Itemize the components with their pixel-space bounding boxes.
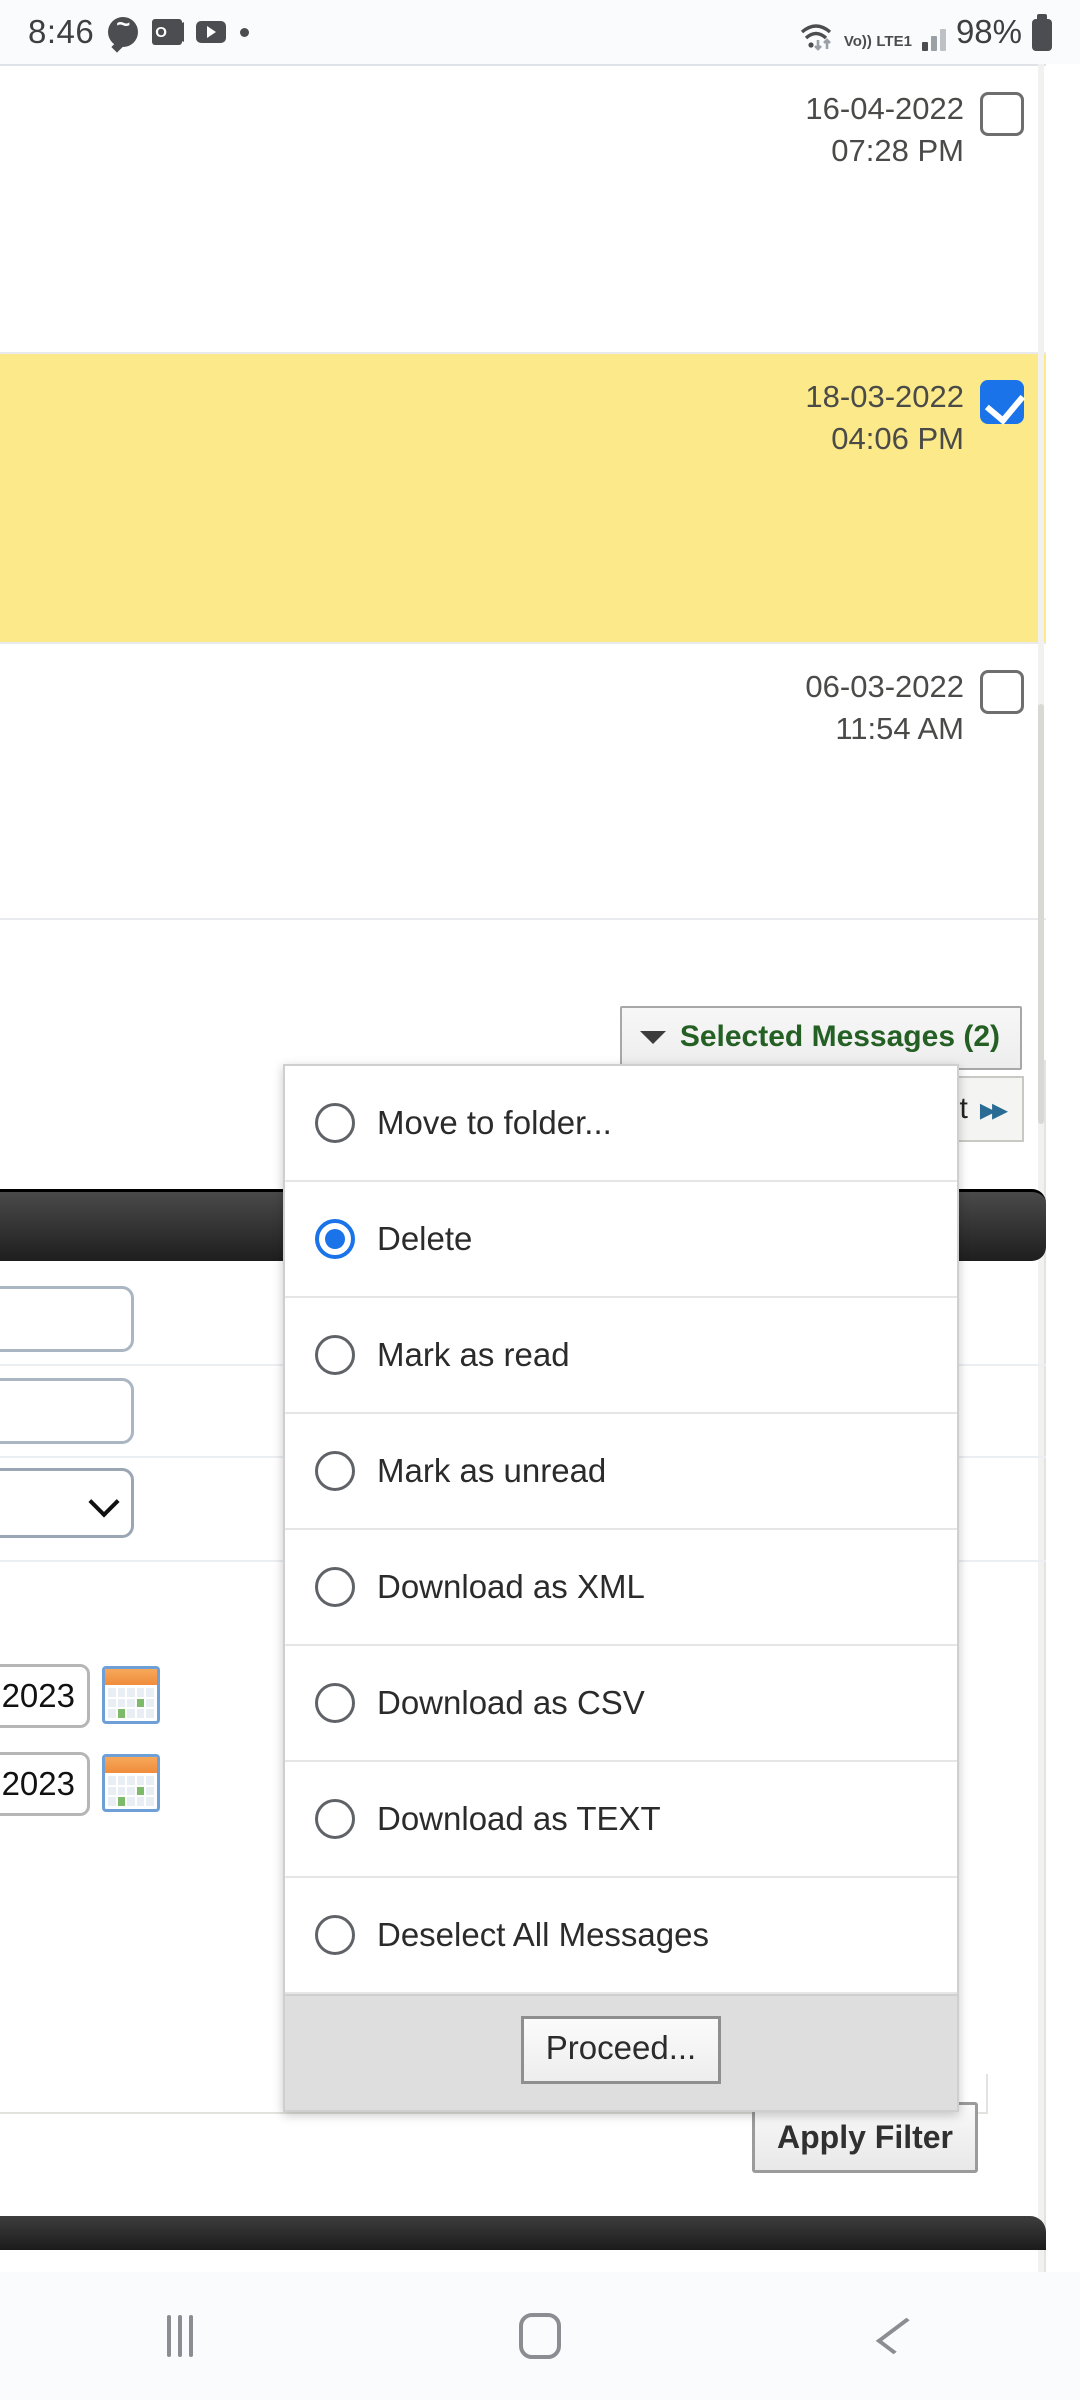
chevron-down-icon (88, 1486, 120, 1518)
scrollbar-thumb[interactable] (1038, 704, 1044, 1124)
menu-item-deselect-all-messages[interactable]: Deselect All Messages (285, 1878, 957, 1994)
radio-icon[interactable] (315, 1799, 355, 1839)
double-chevron-right-icon: ▸▸ (979, 1091, 1008, 1127)
selected-messages-dropdown-button[interactable]: Selected Messages (2) (619, 1006, 1022, 1070)
signal-bars-icon (921, 25, 946, 51)
table-row[interactable]: 18-03-2022 04:06 PM (0, 354, 1046, 644)
selected-messages-menu: Move to folder... Delete Mark as read Ma… (283, 1064, 959, 2112)
message-timestamp: 16-04-2022 07:28 PM (805, 91, 964, 168)
status-bar-left: 8:46 O (28, 11, 250, 51)
menu-item-label: Move to folder... (377, 1104, 612, 1141)
menu-item-delete[interactable]: Delete (285, 1182, 957, 1298)
menu-item-download-as-text[interactable]: Download as TEXT (285, 1762, 957, 1878)
radio-icon[interactable] (315, 1915, 355, 1955)
menu-item-label: Mark as unread (377, 1452, 607, 1489)
menu-item-label: Deselect All Messages (377, 1916, 709, 1953)
menu-item-mark-as-unread[interactable]: Mark as unread (285, 1414, 957, 1530)
message-timestamp: 06-03-2022 11:54 AM (805, 669, 964, 746)
messenger-icon (108, 11, 139, 47)
calendar-picker-icon[interactable] (102, 1666, 160, 1724)
volte-label: Vo)) LTE1 (843, 33, 912, 50)
home-icon (519, 2313, 561, 2359)
menu-item-label: Mark as read (377, 1336, 570, 1373)
menu-item-label: Download as XML (377, 1568, 645, 1605)
radio-icon[interactable] (315, 1103, 355, 1143)
menu-footer: Proceed... (285, 1994, 957, 2110)
row-select-checkbox[interactable] (980, 380, 1024, 424)
recents-button[interactable] (0, 2315, 360, 2357)
battery-icon (1032, 14, 1052, 51)
battery-percent-label: 98% (955, 13, 1022, 50)
menu-item-mark-as-read[interactable]: Mark as read (285, 1298, 957, 1414)
filter-select[interactable] (0, 1468, 134, 1538)
table-row[interactable]: 06-03-2022 11:54 AM (0, 644, 1046, 920)
recents-icon (167, 2315, 193, 2357)
radio-icon-selected[interactable] (315, 1219, 355, 1259)
row-select-checkbox[interactable] (980, 92, 1024, 136)
menu-item-label: Download as TEXT (377, 1800, 661, 1837)
menu-item-label: Delete (377, 1220, 473, 1257)
page-scrollbar[interactable] (1038, 64, 1044, 2292)
list-toolbar: Selected Messages (2) (0, 920, 1046, 1070)
menu-item-download-as-csv[interactable]: Download as CSV (285, 1646, 957, 1762)
status-bar-right: Vo)) LTE1 98% (798, 13, 1052, 51)
proceed-button[interactable]: Proceed... (520, 2016, 722, 2084)
date-from-input[interactable]: 2023 (0, 1664, 90, 1728)
notification-dot-icon (240, 27, 250, 37)
back-button[interactable] (720, 2317, 1080, 2355)
filter-text-input-2[interactable] (0, 1378, 134, 1444)
menu-item-move-to-folder[interactable]: Move to folder... (285, 1066, 957, 1182)
menu-item-label: Download as CSV (377, 1684, 645, 1721)
table-row[interactable]: 16-04-2022 07:28 PM (0, 64, 1046, 354)
phone-screen: 8:46 O Vo)) LTE1 98% (0, 0, 1080, 2400)
radio-icon[interactable] (315, 1335, 355, 1375)
apply-filter-button[interactable]: Apply Filter (751, 2102, 978, 2173)
browser-page: 16-04-2022 07:28 PM 18-03-2022 04:06 PM … (0, 64, 1080, 2292)
message-timestamp: 18-03-2022 04:06 PM (805, 379, 964, 456)
filter-text-input-1[interactable] (0, 1286, 134, 1352)
radio-icon[interactable] (315, 1683, 355, 1723)
wifi-icon (798, 21, 834, 51)
caret-down-icon (639, 1030, 666, 1044)
selected-messages-label: Selected Messages (2) (679, 1020, 1000, 1053)
radio-icon[interactable] (315, 1567, 355, 1607)
menu-item-download-as-xml[interactable]: Download as XML (285, 1530, 957, 1646)
message-table: 16-04-2022 07:28 PM 18-03-2022 04:06 PM … (0, 64, 1046, 920)
status-bar-clock: 8:46 (28, 13, 95, 50)
youtube-icon (196, 21, 227, 43)
page-footer-band (0, 2216, 1046, 2250)
calendar-picker-icon[interactable] (102, 1754, 160, 1812)
date-to-input[interactable]: 2023 (0, 1752, 90, 1816)
radio-icon[interactable] (315, 1451, 355, 1491)
home-button[interactable] (360, 2313, 720, 2359)
status-bar: 8:46 O Vo)) LTE1 98% (0, 0, 1080, 64)
row-select-checkbox[interactable] (980, 670, 1024, 714)
back-icon (875, 2317, 925, 2355)
outlook-icon: O (152, 19, 183, 45)
android-nav-bar (0, 2272, 1080, 2400)
